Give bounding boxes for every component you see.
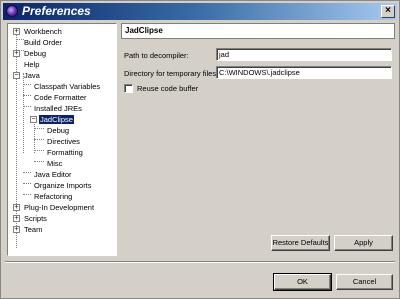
temp-directory-input[interactable]: C:\WINDOWS\.jadclipse [216,66,392,79]
tree-item-build-order[interactable]: Build Order [23,38,63,47]
tree-connector [23,194,31,195]
tree-item-java[interactable]: Java [23,71,41,80]
tree-connector [23,84,31,85]
tree-connector [34,128,44,129]
tree-item-refactoring[interactable]: Refactoring [33,192,73,201]
restore-defaults-button[interactable]: Restore Defaults [271,235,330,251]
apply-button[interactable]: Apply [334,235,393,251]
window-title: Preferences [22,4,91,18]
tree-item-plugin-development[interactable]: Plug-In Development [23,203,95,212]
temp-directory-label: Directory for temporary files: [124,69,219,78]
reuse-code-buffer-checkbox[interactable] [124,84,133,93]
collapse-icon[interactable]: − [13,72,20,79]
expand-icon[interactable]: + [13,226,20,233]
page-title: JadClipse [121,23,395,39]
expand-icon[interactable]: + [13,28,20,35]
tree-item-classpath-variables[interactable]: Classpath Variables [33,82,101,91]
tree-item-java-editor[interactable]: Java Editor [33,170,73,179]
collapse-icon[interactable]: − [30,116,37,123]
tree-connector [23,183,31,184]
tree-item-jadclipse[interactable]: JadClipse [39,115,74,124]
tree-connector [23,106,31,107]
preferences-tree[interactable]: + + − − + + + Workbench Build Order Debu… [7,23,117,256]
decompiler-path-label: Path to decompiler: [124,51,189,60]
decompiler-path-input[interactable]: jad [216,48,392,61]
expand-icon[interactable]: + [13,215,20,222]
tree-item-jadclipse-debug[interactable]: Debug [46,126,70,135]
tree-item-directives[interactable]: Directives [46,137,81,146]
button-bar-separator [5,261,395,263]
tree-item-formatting[interactable]: Formatting [46,148,84,157]
tree-item-code-formatter[interactable]: Code Formatter [33,93,88,102]
tree-item-help[interactable]: Help [23,60,40,69]
reuse-code-buffer-label: Reuse code buffer [137,84,199,93]
tree-item-misc[interactable]: Misc [46,159,63,168]
title-bar[interactable]: Preferences × [3,3,397,20]
tree-item-team[interactable]: Team [23,225,43,234]
tree-item-installed-jres[interactable]: Installed JREs [33,104,83,113]
tree-connector [34,139,44,140]
cancel-button[interactable]: Cancel [336,274,393,290]
ok-button[interactable]: OK [273,273,332,291]
tree-connector [34,161,44,162]
tree-item-organize-imports[interactable]: Organize Imports [33,181,93,190]
tree-item-scripts[interactable]: Scripts [23,214,48,223]
tree-item-workbench[interactable]: Workbench [23,27,63,36]
tree-connector [23,172,31,173]
preferences-dialog: Preferences × + + − − + + + Workbench Bu… [0,0,400,299]
tree-line-java [23,73,24,153]
tree-connector [23,95,31,96]
tree-connector [34,150,44,151]
expand-icon[interactable]: + [13,204,20,211]
eclipse-icon [6,5,18,17]
close-button[interactable]: × [381,5,395,18]
tree-item-debug[interactable]: Debug [23,49,47,58]
expand-icon[interactable]: + [13,50,20,57]
